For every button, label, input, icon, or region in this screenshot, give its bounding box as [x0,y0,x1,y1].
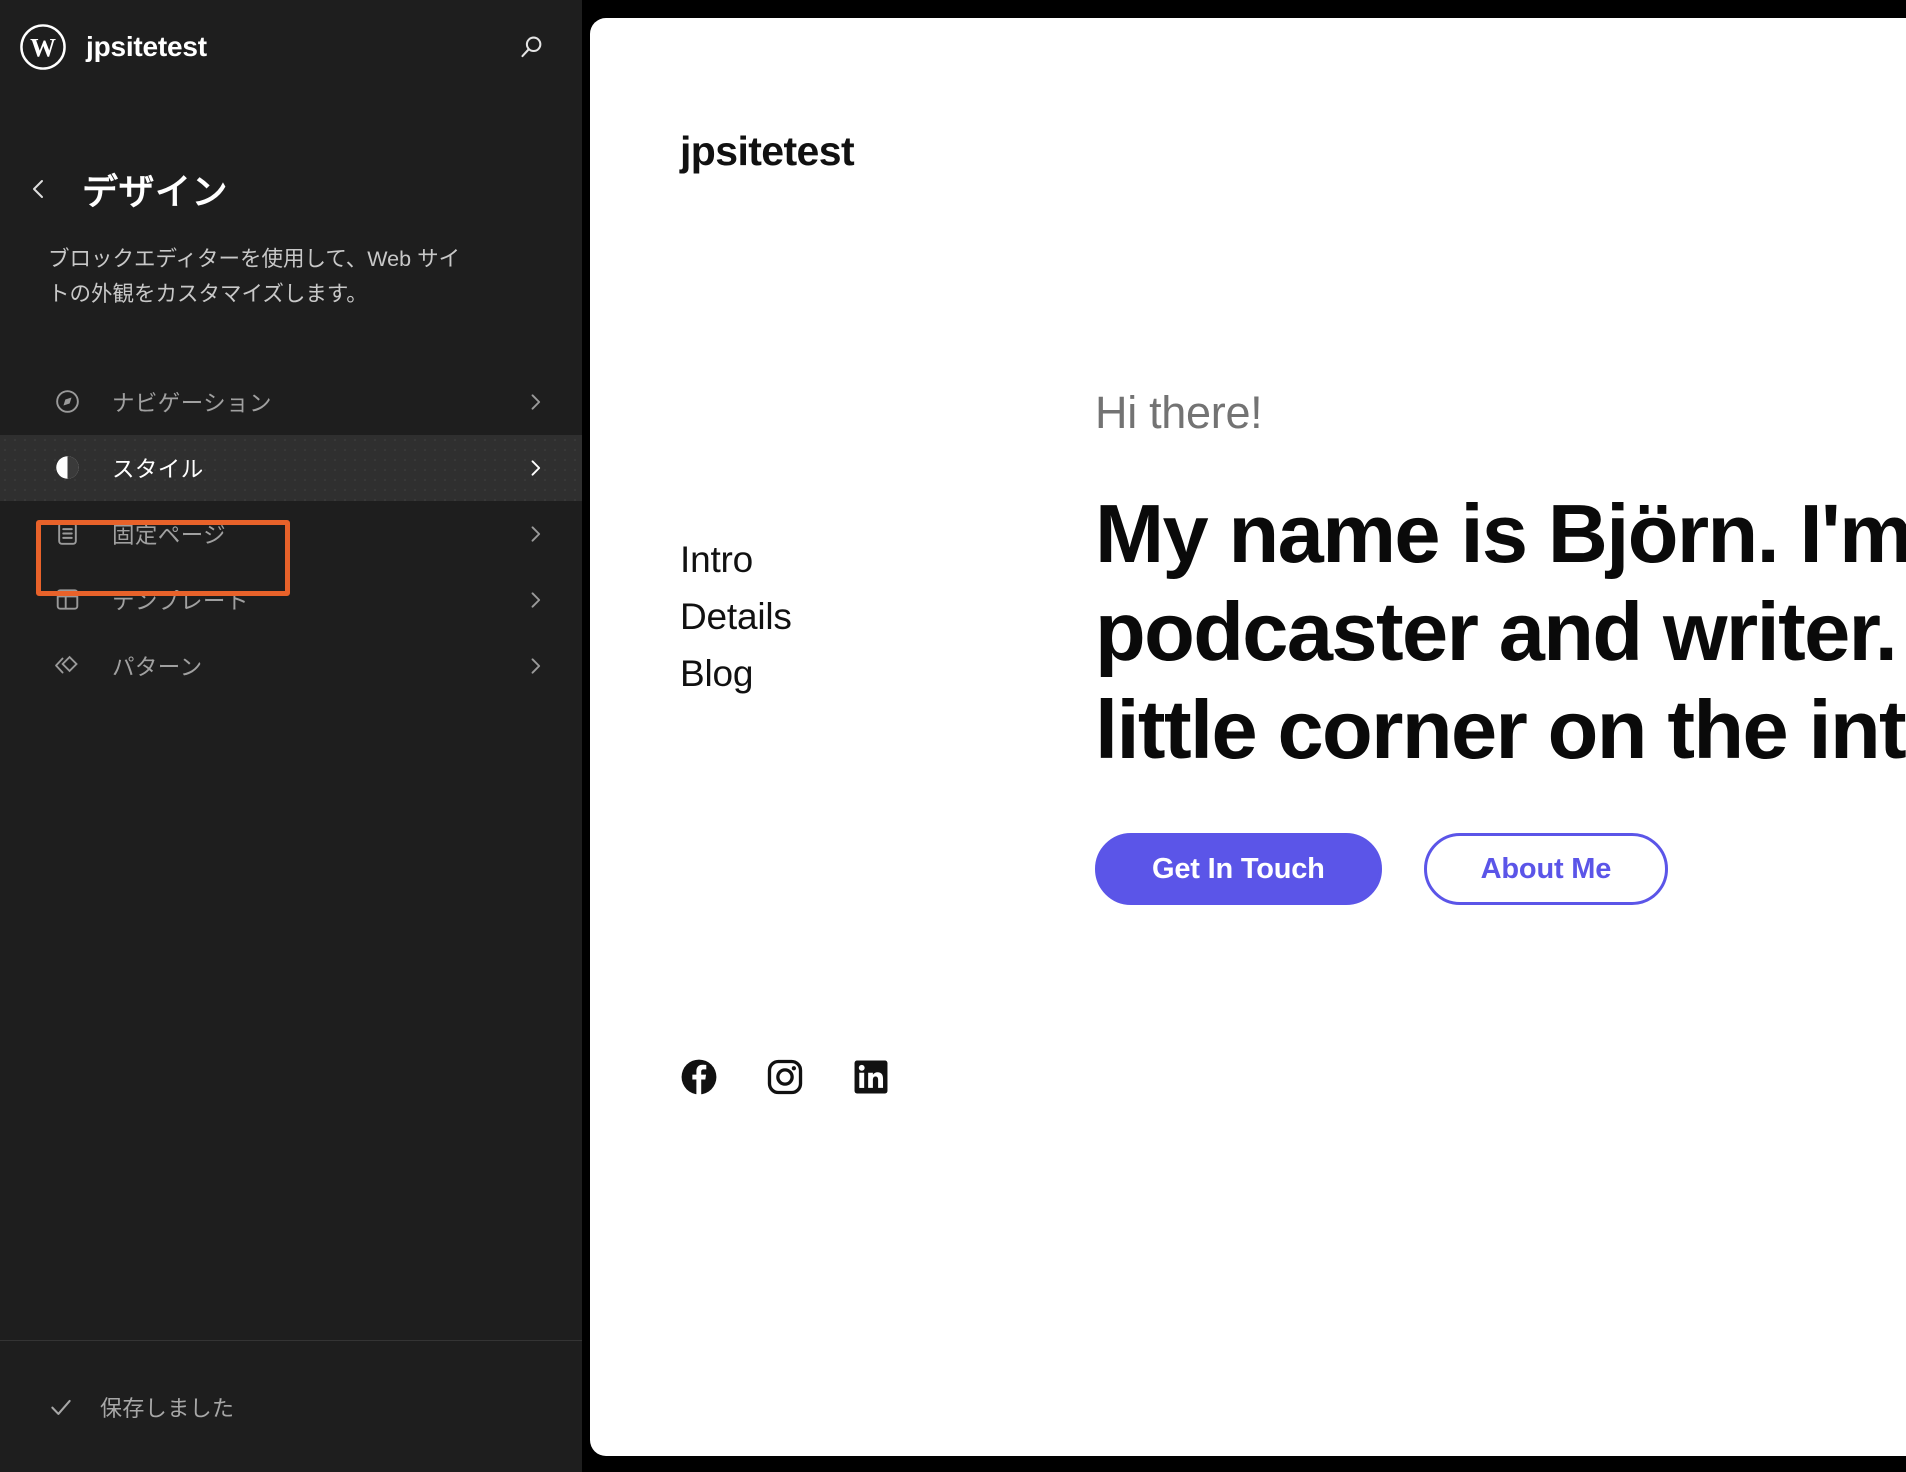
page-document-icon [52,519,82,549]
pattern-diamond-icon [52,651,82,681]
chevron-right-icon [524,655,546,677]
section-description: ブロックエディターを使用して、Web サイトの外観をカスタマイズします。 [0,242,520,312]
sidebar-header: W jpsitetest [0,8,582,86]
design-editor-app: W jpsitetest デザイン ブロックエディターを使用して、Web サイト… [0,0,1906,1472]
preview-hero-heading: My name is Björn. I'm a podcaster and wr… [1095,485,1906,779]
compass-icon [52,387,82,417]
wordpress-logo-icon[interactable]: W [20,24,66,70]
sidebar-nav: ナビゲーション スタイル [0,369,582,699]
chevron-right-icon [524,391,546,413]
sidebar-item-label: 固定ページ [112,518,226,550]
sidebar-item-label: テンプレート [112,584,249,616]
chevron-right-icon [524,457,546,479]
sidebar-item-styles[interactable]: スタイル [0,435,582,501]
chevron-left-icon[interactable] [26,174,52,204]
section-header: デザイン [0,164,582,214]
sidebar: W jpsitetest デザイン ブロックエディターを使用して、Web サイト… [0,0,582,1472]
page-title: デザイン [82,163,228,215]
sidebar-item-pages[interactable]: 固定ページ [0,501,582,567]
preview-nav-link-intro[interactable]: Intro [680,541,792,578]
preview-greeting: Hi there! [1095,387,1262,439]
save-status-text: 保存しました [100,1391,234,1423]
sidebar-item-label: スタイル [112,452,204,484]
sidebar-item-navigation[interactable]: ナビゲーション [0,369,582,435]
preview-nav: Intro Details Blog [680,541,792,692]
facebook-icon[interactable] [680,1058,718,1096]
instagram-icon[interactable] [766,1058,804,1096]
sidebar-item-templates[interactable]: テンプレート [0,567,582,633]
save-status-bar: 保存しました [0,1340,582,1472]
preview-hero-heading-line: My name is Björn. I'm a [1095,485,1906,583]
chevron-right-icon [524,589,546,611]
get-in-touch-button[interactable]: Get In Touch [1095,833,1382,905]
site-preview-frame[interactable]: jpsitetest Intro Details Blog Hi there! … [590,18,1906,1456]
chevron-right-icon [524,523,546,545]
check-icon [48,1394,74,1420]
sidebar-item-label: ナビゲーション [112,386,272,418]
preview-hero-heading-line: podcaster and writer. This is my [1095,583,1906,681]
sidebar-site-title: jpsitetest [86,31,207,63]
sidebar-item-patterns[interactable]: パターン [0,633,582,699]
preview-site-brand: jpsitetest [680,128,854,175]
svg-text:W: W [30,34,56,63]
preview-hero-heading-line: little corner on the internet. [1095,681,1906,779]
contrast-circle-icon [52,453,82,483]
preview-canvas: jpsitetest Intro Details Blog Hi there! … [582,0,1906,1472]
about-me-button[interactable]: About Me [1424,833,1669,905]
sidebar-item-label: パターン [112,650,202,682]
linkedin-icon[interactable] [852,1058,890,1096]
preview-nav-link-details[interactable]: Details [680,598,792,635]
preview-cta-group: Get In Touch About Me [1095,833,1668,905]
preview-nav-link-blog[interactable]: Blog [680,655,792,692]
template-layout-icon [52,585,82,615]
preview-social-links [680,1058,890,1096]
search-icon[interactable] [512,27,552,67]
